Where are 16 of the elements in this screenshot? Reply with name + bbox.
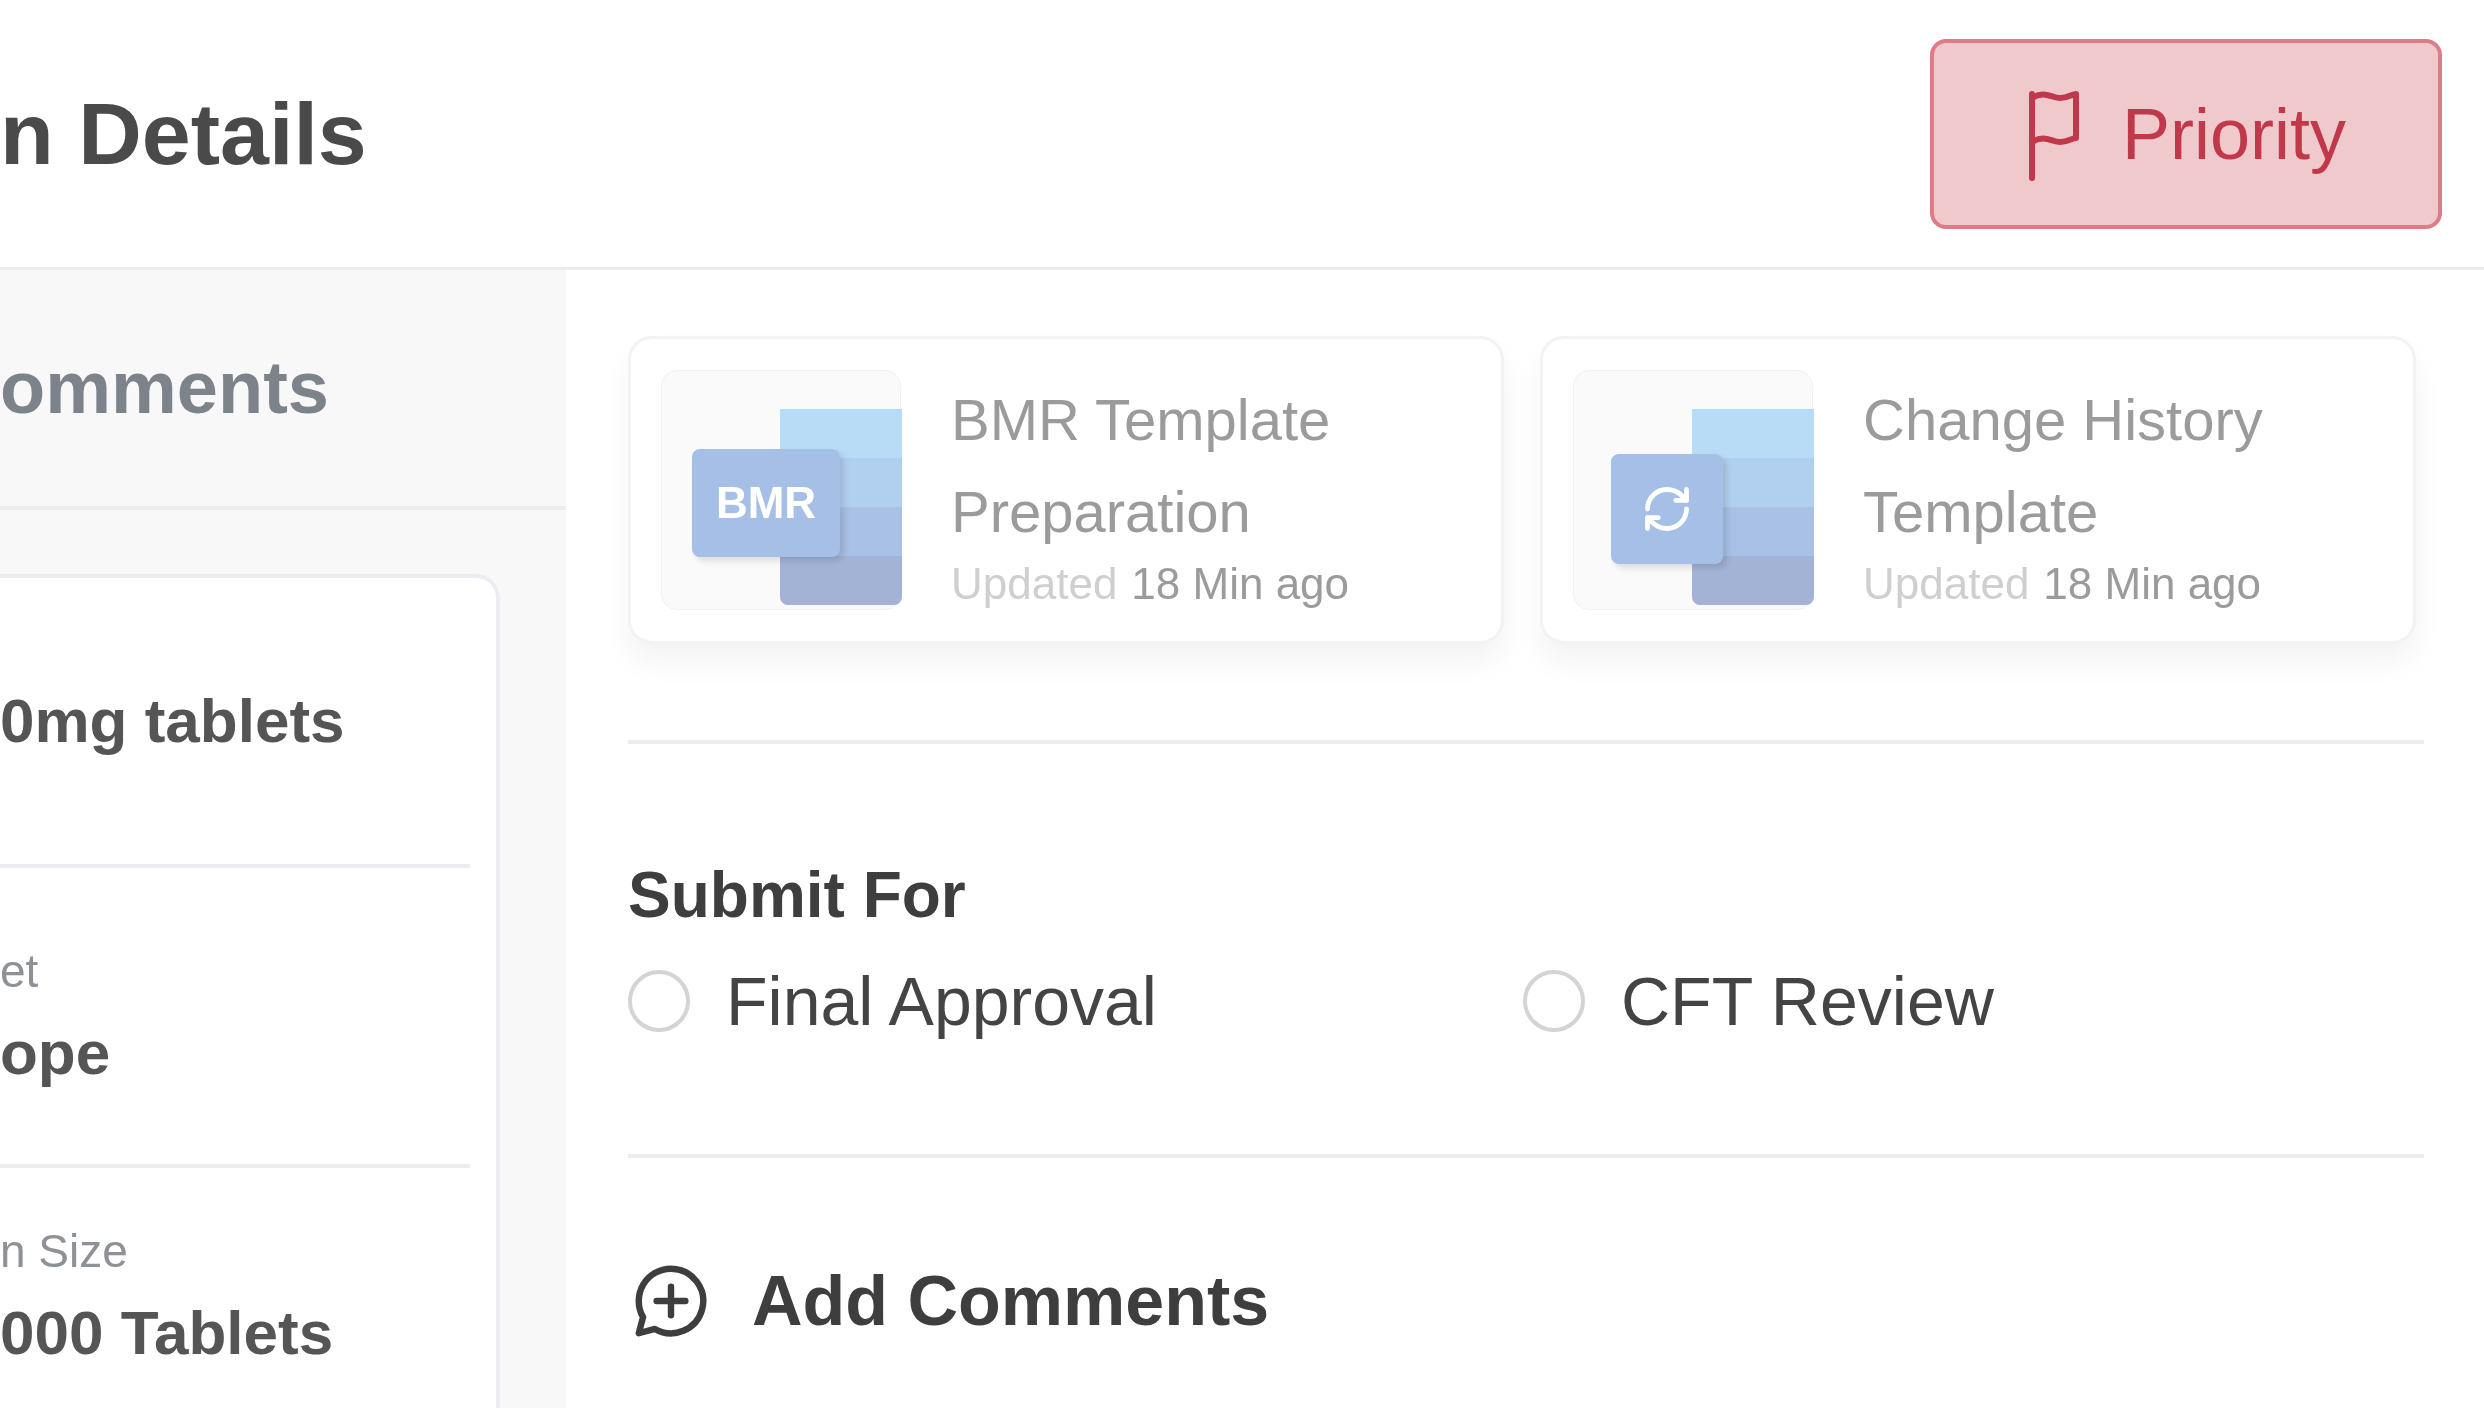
file-type-badge: BMR [692, 449, 840, 557]
panel-heading: omments [0, 351, 329, 425]
template-title: Change History Template [1863, 386, 2264, 546]
field-label: n Size [0, 1228, 129, 1274]
updated-time: 18 Min ago [1131, 562, 1350, 606]
field-label: et [0, 948, 40, 994]
radio-label: CFT Review [1621, 967, 1994, 1035]
template-title: BMR Template Preparation [951, 386, 1332, 546]
page-title: n Details [0, 89, 367, 178]
section-heading: Submit For [628, 863, 967, 927]
priority-button[interactable]: Priority [1930, 38, 2442, 229]
radio-button[interactable] [1523, 970, 1585, 1032]
field-value: 000 Tablets [0, 1302, 335, 1364]
updated-time: 18 Min ago [2043, 562, 2262, 606]
add-comments-button[interactable]: Add Comments [628, 1258, 1270, 1344]
radio-button[interactable] [628, 970, 690, 1032]
